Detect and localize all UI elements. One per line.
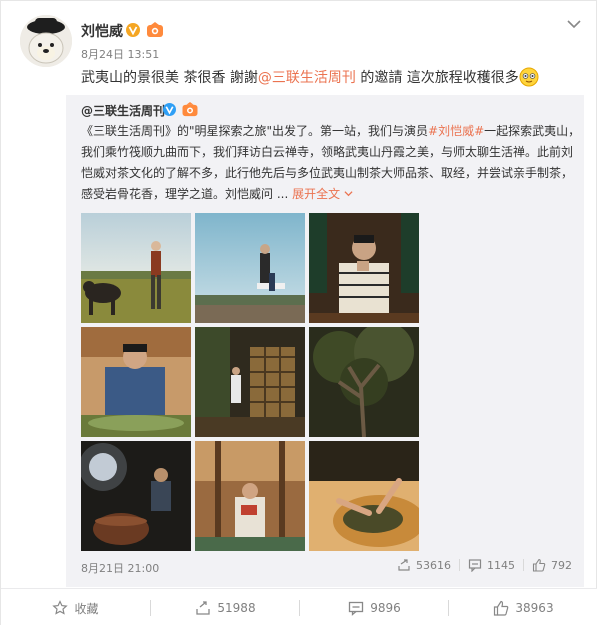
verified-v-icon [126,23,140,37]
original-post-timestamp[interactable]: 8月21日 21:00 [81,560,159,576]
original-post-line: 我们乘竹筏顺九曲而下，我们拜访白云禅寺，领略武夷山丹霞之美，与师太聊生活禅。此前… [81,145,574,159]
post-body: 武夷山的景很美 茶很香 謝謝@三联生活周刊 的邀請 這次旅程收穫很多 [81,67,539,88]
star-icon [52,600,69,615]
photo-bamboo-raft-sky[interactable] [195,213,305,323]
post-text-part: 的邀請 這次旅程收穫很多 [355,70,519,86]
like-count: 792 [551,559,572,572]
comment-button[interactable]: 9896 [300,589,449,625]
photo-dark-workshop[interactable] [81,441,191,551]
repost-icon [398,559,410,571]
post-timestamp[interactable]: 8月24日 13:51 [81,46,159,62]
expand-full-text-link[interactable]: 展开全文 [292,187,353,201]
mention-link[interactable]: @三联生活周刊 [258,70,356,86]
topic-hashtag-link[interactable]: #刘恺威# [428,124,484,138]
verified-v-icon [163,103,176,116]
like-button[interactable]: 38963 [449,589,597,625]
original-repost-action[interactable]: 53616 [397,559,451,572]
original-post-line: 《三联生活周刊》的"明星探索之旅"出发了。第一站，我们与演员#刘恺威#一起探索武… [81,121,581,142]
photo-tea-roasting-bamboo[interactable] [81,327,191,437]
repost-count: 53616 [416,559,451,572]
text-segment: 感受岩骨花香，理学之道。刘恺威问 ... [81,187,289,201]
weibo-post-card: 刘恺威 8月24日 13:51 武夷山的景很美 茶很香 謝謝@三联生活周刊 的邀… [0,0,597,625]
photo-reading-balcony[interactable] [195,441,305,551]
author-name[interactable]: 刘恺威 [81,21,123,41]
photo-grid [81,213,421,553]
photo-big-tree[interactable] [309,327,419,437]
comment-count: 1145 [487,559,515,572]
photo-courtyard-window[interactable] [195,327,305,437]
expand-label: 展开全文 [292,187,341,201]
favorite-label: 收藏 [74,601,99,616]
author-avatar[interactable] [20,15,72,67]
chevron-down-icon[interactable] [566,16,582,32]
comment-count: 9896 [370,601,401,615]
photo-tea-tasting-window[interactable] [309,213,419,323]
original-author-name[interactable]: @三联生活周刊 [81,102,165,119]
chevron-down-icon [344,191,353,197]
divider [459,559,460,571]
favorite-button[interactable]: 收藏 [1,589,150,625]
post-text-part: 武夷山的景很美 茶很香 謝謝 [81,70,258,86]
text-segment: 《三联生活周刊》的"明星探索之旅"出发了。第一站，我们与演员 [81,124,429,138]
repost-icon [196,601,211,615]
comment-icon [349,601,364,616]
divider [523,559,524,571]
repost-count: 51988 [217,601,256,615]
original-post-line: 感受岩骨花香，理学之道。刘恺威问 ... 展开全文 [81,184,581,205]
level-badge-icon[interactable] [181,102,199,117]
post-action-bar: 收藏 51988 9896 38963 [1,588,597,625]
original-like-action[interactable]: 792 [532,558,572,572]
photo-buffalo-field[interactable] [81,213,191,323]
photo-tea-hands[interactable] [309,441,419,551]
original-post-actions: 53616 1145 792 [397,558,572,574]
comment-icon [468,559,482,572]
text-segment: 一起探索武夷山， [484,124,581,138]
original-comment-action[interactable]: 1145 [468,559,515,572]
like-count: 38963 [515,601,554,615]
level-badge-icon[interactable] [146,22,164,38]
repost-button[interactable]: 51988 [151,589,300,625]
thumb-up-icon [494,600,509,616]
original-post-line: 恺威对茶文化的了解不多，此行他先后与多位武夷山制茶大师品茶、取经，并尝试亲手制茶… [81,166,574,180]
original-post-body: 《三联生活周刊》的"明星探索之旅"出发了。第一站，我们与演员#刘恺威#一起探索武… [81,121,581,205]
thumb-up-icon [532,558,546,572]
smile-emoji-icon [519,67,539,87]
